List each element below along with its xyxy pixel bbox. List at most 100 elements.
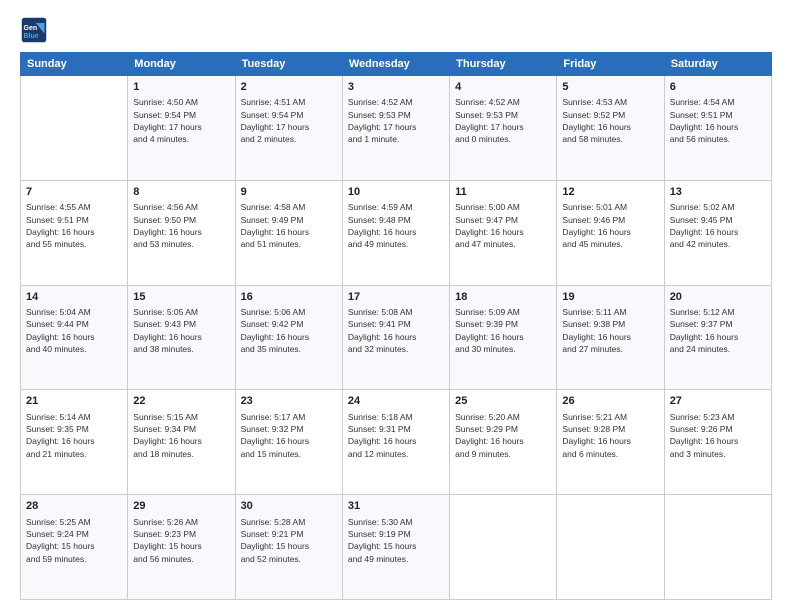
day-number: 3 (348, 80, 444, 95)
day-number: 22 (133, 394, 229, 409)
calendar-cell: 5Sunrise: 4:53 AM Sunset: 9:52 PM Daylig… (557, 76, 664, 181)
week-row-2: 7Sunrise: 4:55 AM Sunset: 9:51 PM Daylig… (21, 180, 772, 285)
day-number: 25 (455, 394, 551, 409)
day-number: 19 (562, 290, 658, 305)
day-info: Sunrise: 5:18 AM Sunset: 9:31 PM Dayligh… (348, 411, 444, 460)
day-number: 10 (348, 185, 444, 200)
day-info: Sunrise: 5:28 AM Sunset: 9:21 PM Dayligh… (241, 516, 337, 565)
calendar-cell: 19Sunrise: 5:11 AM Sunset: 9:38 PM Dayli… (557, 285, 664, 390)
day-info: Sunrise: 4:52 AM Sunset: 9:53 PM Dayligh… (455, 96, 551, 145)
calendar-cell: 16Sunrise: 5:06 AM Sunset: 9:42 PM Dayli… (235, 285, 342, 390)
calendar-cell: 20Sunrise: 5:12 AM Sunset: 9:37 PM Dayli… (664, 285, 771, 390)
day-info: Sunrise: 5:11 AM Sunset: 9:38 PM Dayligh… (562, 306, 658, 355)
calendar-cell (557, 495, 664, 600)
day-info: Sunrise: 4:54 AM Sunset: 9:51 PM Dayligh… (670, 96, 766, 145)
day-header-friday: Friday (557, 53, 664, 76)
calendar-cell: 23 Sunrise: 5:17 AM Sunset: 9:32 PM Dayli… (235, 390, 342, 495)
day-number: 12 (562, 185, 658, 200)
day-info: Sunrise: 5:04 AM Sunset: 9:44 PM Dayligh… (26, 306, 122, 355)
day-number: 14 (26, 290, 122, 305)
day-info: Sunrise: 5:21 AM Sunset: 9:28 PM Dayligh… (562, 411, 658, 460)
day-number: 26 (562, 394, 658, 409)
calendar-cell: 22Sunrise: 5:15 AM Sunset: 9:34 PM Dayli… (128, 390, 235, 495)
day-info: Sunrise: 4:56 AM Sunset: 9:50 PM Dayligh… (133, 201, 229, 250)
day-info: Sunrise: 5:06 AM Sunset: 9:42 PM Dayligh… (241, 306, 337, 355)
day-header-sunday: Sunday (21, 53, 128, 76)
day-info: Sunrise: 4:59 AM Sunset: 9:48 PM Dayligh… (348, 201, 444, 250)
week-row-5: 28 Sunrise: 5:25 AM Sunset: 9:24 PM Dayli… (21, 495, 772, 600)
day-header-saturday: Saturday (664, 53, 771, 76)
day-number: 5 (562, 80, 658, 95)
day-number: 11 (455, 185, 551, 200)
day-info: Sunrise: 4:55 AM Sunset: 9:51 PM Dayligh… (26, 201, 122, 250)
logo-icon: Gen Blue (20, 16, 48, 44)
calendar-cell: 29 Sunrise: 5:26 AM Sunset: 9:23 PM Dayli… (128, 495, 235, 600)
calendar-cell: 13Sunrise: 5:02 AM Sunset: 9:45 PM Dayli… (664, 180, 771, 285)
calendar-cell: 2Sunrise: 4:51 AM Sunset: 9:54 PM Daylig… (235, 76, 342, 181)
calendar-cell: 6Sunrise: 4:54 AM Sunset: 9:51 PM Daylig… (664, 76, 771, 181)
day-number: 8 (133, 185, 229, 200)
calendar-cell (450, 495, 557, 600)
day-info: Sunrise: 5:26 AM Sunset: 9:23 PM Dayligh… (133, 516, 229, 565)
day-info: Sunrise: 4:58 AM Sunset: 9:49 PM Dayligh… (241, 201, 337, 250)
day-number: 30 (241, 499, 337, 514)
logo: Gen Blue (20, 16, 52, 44)
week-row-3: 14Sunrise: 5:04 AM Sunset: 9:44 PM Dayli… (21, 285, 772, 390)
day-number: 18 (455, 290, 551, 305)
day-number: 17 (348, 290, 444, 305)
calendar-cell: 8Sunrise: 4:56 AM Sunset: 9:50 PM Daylig… (128, 180, 235, 285)
day-info: Sunrise: 5:02 AM Sunset: 9:45 PM Dayligh… (670, 201, 766, 250)
calendar-cell: 25 Sunrise: 5:20 AM Sunset: 9:29 PM Dayli… (450, 390, 557, 495)
day-number: 16 (241, 290, 337, 305)
day-info: Sunrise: 5:30 AM Sunset: 9:19 PM Dayligh… (348, 516, 444, 565)
day-info: Sunrise: 5:20 AM Sunset: 9:29 PM Dayligh… (455, 411, 551, 460)
day-number: 2 (241, 80, 337, 95)
day-number: 6 (670, 80, 766, 95)
svg-text:Gen: Gen (24, 25, 38, 32)
calendar-cell: 14Sunrise: 5:04 AM Sunset: 9:44 PM Dayli… (21, 285, 128, 390)
day-info: Sunrise: 4:50 AM Sunset: 9:54 PM Dayligh… (133, 96, 229, 145)
day-info: Sunrise: 5:23 AM Sunset: 9:26 PM Dayligh… (670, 411, 766, 460)
day-info: Sunrise: 5:25 AM Sunset: 9:24 PM Dayligh… (26, 516, 122, 565)
calendar-cell: 18Sunrise: 5:09 AM Sunset: 9:39 PM Dayli… (450, 285, 557, 390)
day-number: 31 (348, 499, 444, 514)
day-info: Sunrise: 5:09 AM Sunset: 9:39 PM Dayligh… (455, 306, 551, 355)
day-info: Sunrise: 4:53 AM Sunset: 9:52 PM Dayligh… (562, 96, 658, 145)
day-header-monday: Monday (128, 53, 235, 76)
day-number: 27 (670, 394, 766, 409)
day-number: 23 (241, 394, 337, 409)
calendar-cell: 9Sunrise: 4:58 AM Sunset: 9:49 PM Daylig… (235, 180, 342, 285)
day-number: 29 (133, 499, 229, 514)
day-number: 7 (26, 185, 122, 200)
svg-text:Blue: Blue (24, 33, 39, 40)
day-number: 13 (670, 185, 766, 200)
day-number: 24 (348, 394, 444, 409)
calendar-cell: 17Sunrise: 5:08 AM Sunset: 9:41 PM Dayli… (342, 285, 449, 390)
calendar-cell: 3Sunrise: 4:52 AM Sunset: 9:53 PM Daylig… (342, 76, 449, 181)
day-number: 4 (455, 80, 551, 95)
day-info: Sunrise: 5:14 AM Sunset: 9:35 PM Dayligh… (26, 411, 122, 460)
header: Gen Blue (20, 16, 772, 44)
calendar-cell: 27 Sunrise: 5:23 AM Sunset: 9:26 PM Dayli… (664, 390, 771, 495)
calendar-cell (21, 76, 128, 181)
header-row: SundayMondayTuesdayWednesdayThursdayFrid… (21, 53, 772, 76)
day-number: 15 (133, 290, 229, 305)
calendar-cell: 11Sunrise: 5:00 AM Sunset: 9:47 PM Dayli… (450, 180, 557, 285)
day-info: Sunrise: 4:51 AM Sunset: 9:54 PM Dayligh… (241, 96, 337, 145)
calendar-cell: 10Sunrise: 4:59 AM Sunset: 9:48 PM Dayli… (342, 180, 449, 285)
day-info: Sunrise: 5:00 AM Sunset: 9:47 PM Dayligh… (455, 201, 551, 250)
calendar-table: SundayMondayTuesdayWednesdayThursdayFrid… (20, 52, 772, 600)
day-header-thursday: Thursday (450, 53, 557, 76)
day-number: 9 (241, 185, 337, 200)
calendar-cell: 26 Sunrise: 5:21 AM Sunset: 9:28 PM Dayli… (557, 390, 664, 495)
day-header-wednesday: Wednesday (342, 53, 449, 76)
day-number: 21 (26, 394, 122, 409)
day-number: 28 (26, 499, 122, 514)
calendar-cell: 24 Sunrise: 5:18 AM Sunset: 9:31 PM Dayli… (342, 390, 449, 495)
calendar-cell: 21 Sunrise: 5:14 AM Sunset: 9:35 PM Dayli… (21, 390, 128, 495)
day-info: Sunrise: 5:17 AM Sunset: 9:32 PM Dayligh… (241, 411, 337, 460)
day-info: Sunrise: 5:05 AM Sunset: 9:43 PM Dayligh… (133, 306, 229, 355)
week-row-4: 21 Sunrise: 5:14 AM Sunset: 9:35 PM Dayli… (21, 390, 772, 495)
calendar-cell: 4Sunrise: 4:52 AM Sunset: 9:53 PM Daylig… (450, 76, 557, 181)
day-info: Sunrise: 5:01 AM Sunset: 9:46 PM Dayligh… (562, 201, 658, 250)
